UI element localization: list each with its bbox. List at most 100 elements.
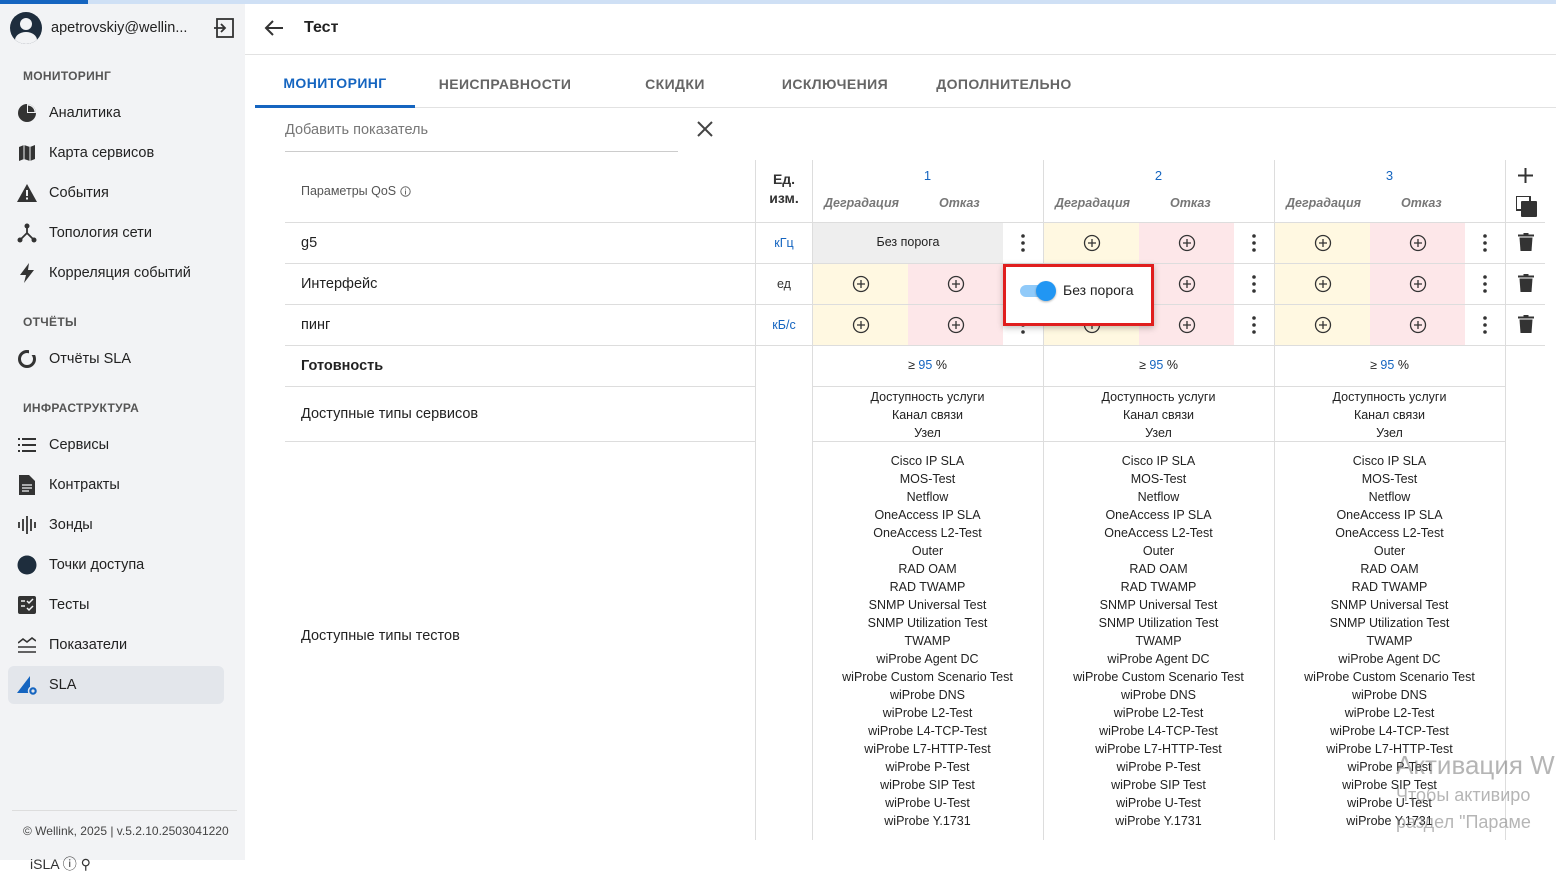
list-item: RAD OAM xyxy=(1360,562,1419,576)
add-threshold-icon[interactable] xyxy=(1178,234,1196,252)
add-threshold-icon[interactable] xyxy=(852,316,870,334)
sidebar-item-contracts[interactable]: Контракты xyxy=(8,466,224,504)
tab-discounts[interactable]: СКИДКИ xyxy=(595,60,755,108)
list-item: wiProbe Y.1731 xyxy=(1115,814,1202,828)
delete-icon[interactable] xyxy=(1518,274,1534,292)
list-item: Канал связи xyxy=(1122,408,1195,422)
tab-faults[interactable]: НЕИСПРАВНОСТИ xyxy=(425,60,585,108)
list-item: wiProbe DNS xyxy=(889,688,966,702)
sidebar-item-label: Карта сервисов xyxy=(49,145,155,161)
list-item: Узел xyxy=(1145,426,1172,440)
access-point-icon xyxy=(16,554,38,576)
sidebar-item-access-points[interactable]: Точки доступа xyxy=(8,546,224,584)
add-threshold-icon[interactable] xyxy=(947,275,965,293)
add-threshold-icon[interactable] xyxy=(1178,316,1196,334)
more-vertical-icon[interactable] xyxy=(1252,316,1256,334)
sidebar-item-analytics[interactable]: Аналитика xyxy=(8,94,224,132)
row-unit[interactable]: кБ/с xyxy=(756,318,812,332)
subheader-failure: Отказ xyxy=(939,196,980,210)
add-threshold-icon[interactable] xyxy=(1083,234,1101,252)
list-item: wiProbe L2-Test xyxy=(1344,706,1435,720)
delete-icon[interactable] xyxy=(1518,233,1534,251)
readiness-unit: % xyxy=(1166,358,1178,372)
info-icon[interactable] xyxy=(400,185,411,197)
list-item: wiProbe P-Test xyxy=(885,760,970,774)
more-vertical-icon[interactable] xyxy=(1483,316,1487,334)
subheader-degradation: Деградация xyxy=(1055,196,1130,210)
tab-monitoring[interactable]: МОНИТОРИНГ xyxy=(255,60,415,108)
sidebar-item-sla-reports[interactable]: Отчёты SLA xyxy=(8,340,224,378)
logout-icon[interactable] xyxy=(213,18,235,38)
list-item: OneAccess IP SLA xyxy=(874,508,981,522)
add-threshold-icon[interactable] xyxy=(1314,275,1332,293)
lightning-icon xyxy=(16,262,38,284)
list-item: Доступность услуги xyxy=(870,390,985,404)
readiness-value[interactable]: ≥ 95 % xyxy=(812,358,1043,372)
list-item: SNMP Utilization Test xyxy=(1098,616,1219,630)
list-item: RAD TWAMP xyxy=(889,580,966,594)
copy-column-icon[interactable] xyxy=(1516,196,1537,217)
list-icon xyxy=(16,434,38,456)
list-item: wiProbe L4-TCP-Test xyxy=(1099,724,1218,738)
more-vertical-icon[interactable] xyxy=(1483,275,1487,293)
delete-icon[interactable] xyxy=(1518,315,1534,333)
add-threshold-icon[interactable] xyxy=(1178,275,1196,293)
add-metric-input[interactable] xyxy=(285,122,665,138)
more-vertical-icon[interactable] xyxy=(1252,234,1256,252)
services-list: Доступность услуги Канал связи Узел xyxy=(1274,388,1505,442)
list-item: TWAMP xyxy=(904,634,951,648)
add-threshold-icon[interactable] xyxy=(1314,316,1332,334)
list-item: Outer xyxy=(911,544,944,558)
add-threshold-icon[interactable] xyxy=(1409,275,1427,293)
readiness-prefix: ≥ xyxy=(908,358,915,372)
list-item: OneAccess IP SLA xyxy=(1105,508,1212,522)
sidebar-item-services[interactable]: Сервисы xyxy=(8,426,224,464)
list-item: wiProbe L7-HTTP-Test xyxy=(864,742,991,756)
sidebar-item-sla[interactable]: SLA xyxy=(8,666,224,704)
add-column-icon[interactable] xyxy=(1518,168,1533,183)
grid-line xyxy=(1505,160,1506,840)
watermark-line2: Чтобы активиро xyxy=(1396,785,1531,805)
subheader-degradation: Деградация xyxy=(824,196,899,210)
row-unit[interactable]: ед xyxy=(756,277,812,291)
list-item: wiProbe Custom Scenario Test xyxy=(1304,670,1475,684)
list-item: wiProbe U-Test xyxy=(885,796,970,810)
sidebar-item-metrics[interactable]: Показатели xyxy=(8,626,224,664)
list-item: wiProbe Custom Scenario Test xyxy=(842,670,1013,684)
sidebar-item-probes[interactable]: Зонды xyxy=(8,506,224,544)
readiness-value[interactable]: ≥ 95 % xyxy=(1043,358,1274,372)
list-item: wiProbe DNS xyxy=(1351,688,1428,702)
add-threshold-icon[interactable] xyxy=(1314,234,1332,252)
list-item: wiProbe P-Test xyxy=(1116,760,1201,774)
row-unit[interactable]: кГц xyxy=(756,236,812,250)
back-arrow-icon[interactable] xyxy=(263,18,285,38)
sidebar-item-service-map[interactable]: Карта сервисов xyxy=(8,134,224,172)
sidebar-item-correlation[interactable]: Корреляция событий xyxy=(8,254,224,292)
add-threshold-icon[interactable] xyxy=(1409,234,1427,252)
more-vertical-icon[interactable] xyxy=(1483,234,1487,252)
no-threshold-toggle[interactable] xyxy=(1020,281,1056,301)
add-threshold-icon[interactable] xyxy=(947,316,965,334)
sidebar-item-tests[interactable]: Тесты xyxy=(8,586,224,624)
column-number: 2 xyxy=(1154,168,1163,183)
add-threshold-icon[interactable] xyxy=(1409,316,1427,334)
sidebar-item-events[interactable]: События xyxy=(8,174,224,212)
add-threshold-icon[interactable] xyxy=(852,275,870,293)
readiness-value[interactable]: ≥ 95 % xyxy=(1274,358,1505,372)
tests-list: Cisco IP SLA MOS-Test Netflow OneAccess IP … xyxy=(812,452,1043,830)
map-icon xyxy=(16,142,38,164)
list-item: wiProbe DNS xyxy=(1120,688,1197,702)
more-vertical-icon[interactable] xyxy=(1252,275,1256,293)
tab-additional[interactable]: ДОПОЛНИТЕЛЬНО xyxy=(924,60,1084,108)
user-name: apetrovskiy@wellin... xyxy=(51,20,188,36)
metrics-icon xyxy=(16,634,38,656)
list-item: MOS-Test xyxy=(1361,472,1418,486)
sidebar-item-topology[interactable]: Топология сети xyxy=(8,214,224,252)
user-profile[interactable]: apetrovskiy@wellin... xyxy=(10,12,235,44)
list-item: Узел xyxy=(1376,426,1403,440)
close-icon[interactable] xyxy=(695,119,715,139)
add-metric-field[interactable] xyxy=(285,110,678,152)
tab-exclusions[interactable]: ИСКЛЮЧЕНИЯ xyxy=(755,60,915,108)
page-title: Тест xyxy=(304,19,339,36)
more-vertical-icon[interactable] xyxy=(1021,234,1025,252)
